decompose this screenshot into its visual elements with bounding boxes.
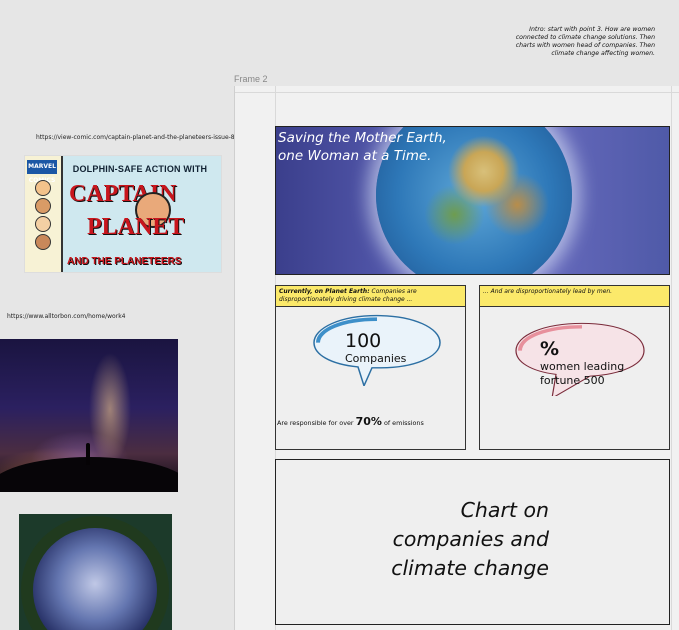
hero-title[interactable]: Saving the Mother Earth, one Woman at a … (278, 129, 448, 165)
companies-count[interactable]: 100 (345, 330, 381, 352)
captain-planet-comic-image[interactable]: MARVEL COMICS DOLPHIN-SAFE ACTION WITH C… (24, 155, 222, 273)
companies-label[interactable]: Companies (345, 352, 406, 365)
women-percent[interactable]: % (540, 338, 559, 360)
leadership-card-header[interactable]: ... And are disproportionately lead by m… (480, 286, 669, 307)
women-leading-label[interactable]: women leading (540, 360, 624, 373)
planeteer-face-icon (35, 198, 51, 214)
frame-guide (671, 86, 672, 630)
circular-sky (33, 528, 157, 630)
companies-card-header[interactable]: Currently, on Planet Earth: Companies ar… (276, 286, 465, 307)
frame-guide (235, 92, 679, 93)
emissions-prefix: Are responsible for over (277, 419, 356, 427)
person-silhouette (86, 443, 90, 465)
chart-placeholder-text[interactable]: Chart on companies and climate change (349, 496, 549, 583)
comic-source-url[interactable]: https://view-comic.com/captain-planet-an… (36, 134, 237, 141)
milky-way-photo[interactable] (0, 339, 178, 492)
comic-side-strip: MARVEL COMICS (25, 156, 63, 272)
hero-earth-panel[interactable]: Saving the Mother Earth, one Woman at a … (275, 126, 670, 275)
planeteer-face-icon (35, 234, 51, 250)
frame-label[interactable]: Frame 2 (234, 74, 268, 84)
card-header-bold: Currently, on Planet Earth: (279, 288, 370, 295)
comic-banner: DOLPHIN-SAFE ACTION WITH (72, 164, 208, 174)
chart-placeholder-panel[interactable]: Chart on companies and climate change (275, 459, 670, 625)
emissions-percent: 70% (355, 415, 382, 428)
emissions-suffix: of emissions (381, 419, 424, 427)
fortune-500-label[interactable]: fortune 500 (540, 374, 605, 387)
presenter-note: Intro: start with point 3. How are women… (515, 26, 655, 57)
comic-title-planet: PLANET (87, 214, 185, 240)
publisher-logo: MARVEL COMICS (27, 160, 57, 184)
tiny-planet-photo[interactable] (19, 514, 172, 630)
emissions-statement[interactable]: Are responsible for over 70% of emission… (277, 415, 424, 428)
galaxy-source-url[interactable]: https://www.alltorbon.com/home/work4 (7, 313, 125, 320)
comic-subtitle: AND THE PLANETEERS (67, 256, 182, 267)
planeteer-face-icon (35, 216, 51, 232)
planeteer-face-icon (35, 180, 51, 196)
